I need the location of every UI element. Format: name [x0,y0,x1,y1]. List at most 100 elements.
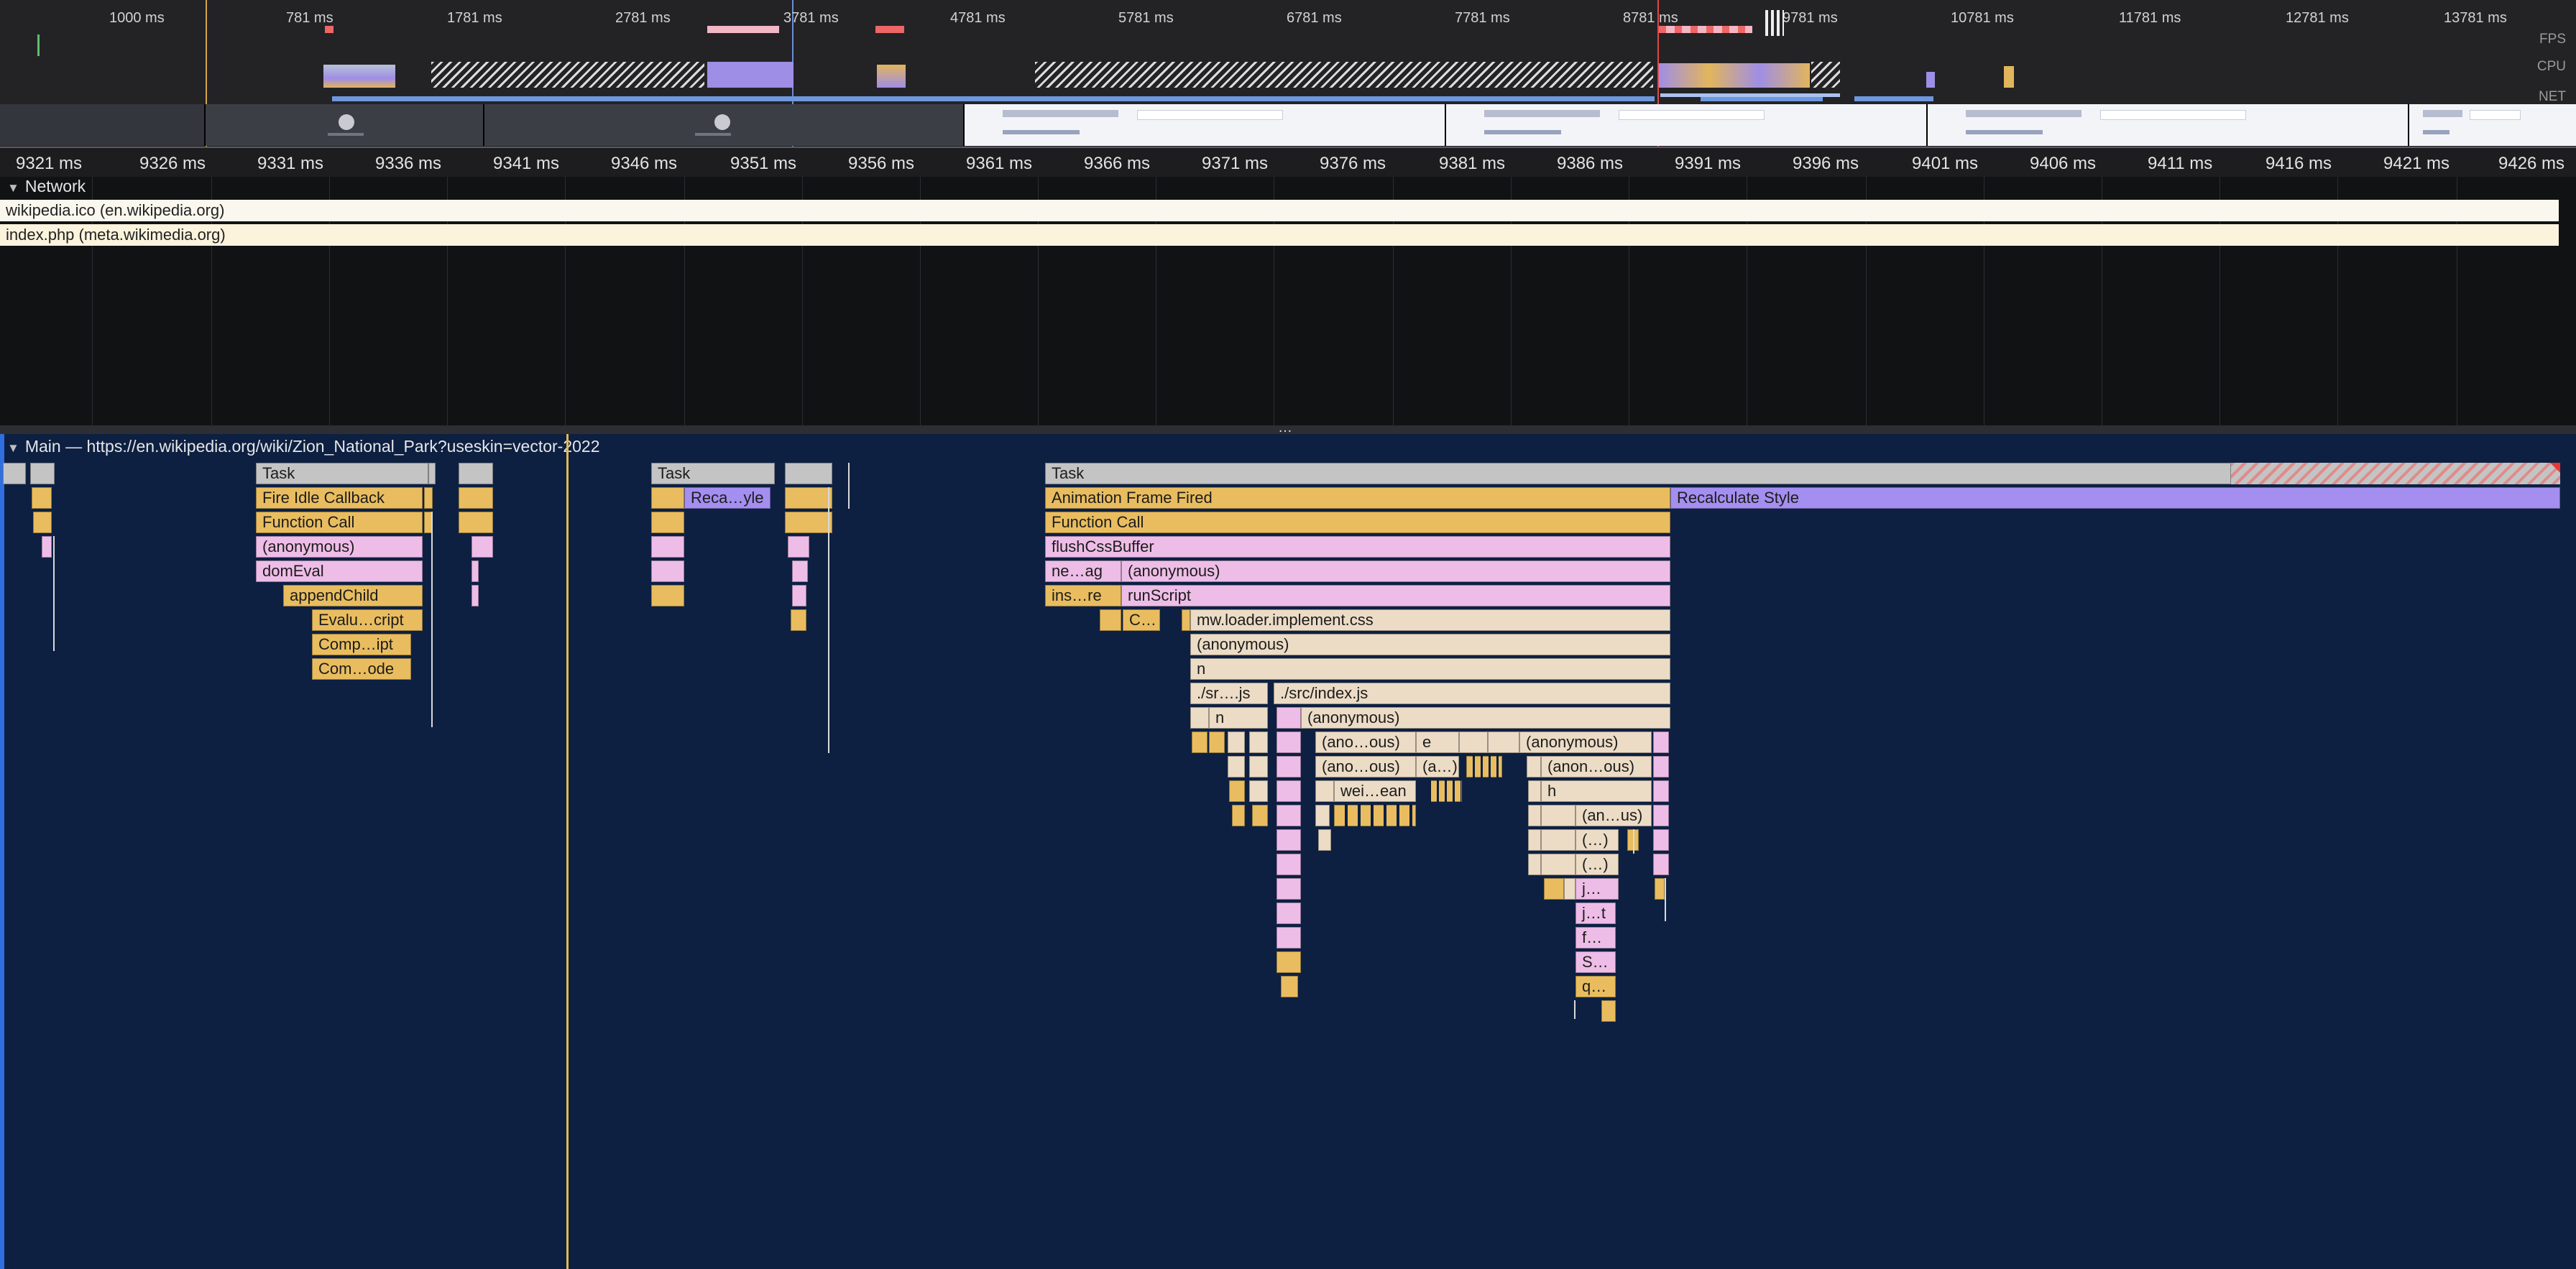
network-request[interactable]: index.php (meta.wikimedia.org) [0,224,2559,246]
main-thread-track[interactable] [0,434,2576,1269]
src-index-js-bar[interactable]: ./src/index.js [1274,683,1670,704]
runscript-bar[interactable]: runScript [1121,585,1670,606]
anonymous-bar[interactable]: (anon…ous) [1541,756,1652,777]
compile-script-bar[interactable]: Comp…ipt [312,634,411,655]
event-bar[interactable]: j… [1576,878,1619,900]
compile-code-bar[interactable]: Com…ode [312,658,411,680]
event-bar[interactable] [1276,854,1301,875]
event-bar[interactable] [785,512,832,533]
event-bar[interactable] [1528,854,1541,875]
fire-idle-callback-bar[interactable]: Fire Idle Callback [256,487,423,509]
event-bar[interactable] [1655,878,1665,900]
recalculate-style-bar[interactable]: Recalculate Style [1670,487,2560,509]
anonymous-bar[interactable]: (anonymous) [256,536,423,558]
event-bar[interactable] [1232,805,1245,826]
task-bar[interactable]: Task [651,463,775,484]
screenshot-filmstrip[interactable] [0,104,2576,146]
event-bar[interactable] [1192,732,1208,753]
screenshot-frame[interactable] [965,104,1446,146]
event-bar[interactable] [1653,854,1669,875]
collapse-triangle-icon[interactable]: ▼ [7,181,19,195]
function-call-bar[interactable]: Function Call [256,512,423,533]
event-bar[interactable] [1276,951,1301,973]
event-bar[interactable] [1276,780,1301,802]
task-bar[interactable] [3,463,26,484]
event-bar[interactable] [1466,756,1502,777]
event-bar[interactable] [1182,609,1190,631]
event-bar[interactable] [1528,805,1541,826]
event-bar[interactable]: ins…re [1045,585,1121,606]
n-bar[interactable]: n [1209,707,1268,729]
event-bar[interactable] [651,560,684,582]
event-bar[interactable] [1228,732,1245,753]
anonymous-bar[interactable]: (ano…ous) [1315,732,1416,753]
event-bar[interactable] [1252,805,1268,826]
event-bar[interactable] [1541,805,1576,826]
timeline-overview[interactable]: 1000 ms 781 ms 1781 ms 2781 ms 3781 ms 4… [0,0,2576,147]
event-bar[interactable] [33,512,52,533]
task-bar[interactable] [30,463,55,484]
event-bar[interactable] [1190,707,1209,729]
event-bar[interactable] [1541,854,1576,875]
event-bar[interactable] [1653,756,1669,777]
event-bar[interactable] [1318,829,1331,851]
e-bar[interactable]: e [1416,732,1459,753]
src-js-bar[interactable]: ./sr….js [1190,683,1268,704]
event-bar[interactable] [1276,927,1301,949]
anonymous-bar[interactable]: (anonymous) [1301,707,1670,729]
event-bar[interactable]: (…) [1576,829,1619,851]
event-bar[interactable] [1564,878,1576,900]
long-task-warning[interactable] [2231,463,2560,484]
event-bar[interactable] [1249,756,1268,777]
screenshot-frame[interactable] [484,104,965,146]
event-bar[interactable] [1100,609,1121,631]
event-bar[interactable] [1459,732,1488,753]
event-bar[interactable] [1315,780,1334,802]
event-bar[interactable] [1276,707,1301,729]
network-section-header[interactable]: ▼ Network [7,177,86,196]
task-bar[interactable] [428,463,436,484]
anonymous-bar[interactable]: (ano…ous) [1315,756,1416,777]
network-request[interactable]: wikipedia.ico (en.wikipedia.org) [0,200,2559,221]
event-bar[interactable] [1315,805,1330,826]
event-bar[interactable]: j…t [1576,903,1616,924]
event-bar[interactable] [1653,732,1669,753]
event-bar[interactable]: f… [1576,927,1616,949]
anonymous-bar[interactable]: (anonymous) [1121,560,1670,582]
event-bar[interactable] [1276,805,1301,826]
event-bar[interactable] [1653,805,1669,826]
event-bar[interactable] [1209,732,1225,753]
event-bar[interactable]: S… [1576,951,1616,973]
event-bar[interactable] [424,487,433,509]
h-bar[interactable]: h [1541,780,1652,802]
event-bar[interactable] [651,512,684,533]
event-bar[interactable] [472,560,479,582]
function-call-bar[interactable]: Function Call [1045,512,1670,533]
event-bar[interactable] [459,487,493,509]
event-bar[interactable] [42,536,52,558]
event-bar[interactable] [1541,829,1576,851]
event-bar[interactable] [791,609,806,631]
event-bar[interactable] [651,585,684,606]
task-bar[interactable]: Task [256,463,428,484]
mw-loader-implement-css-bar[interactable]: mw.loader.implement.css [1190,609,1670,631]
event-bar[interactable]: C… [1123,609,1160,631]
evaluate-script-bar[interactable]: Evalu…cript [312,609,423,631]
event-bar[interactable] [1528,780,1541,802]
event-bar[interactable] [785,487,832,509]
event-bar[interactable] [1653,829,1669,851]
event-bar[interactable] [651,487,684,509]
task-bar[interactable] [785,463,832,484]
event-bar[interactable]: (a…) [1416,756,1459,777]
panel-splitter[interactable]: … [0,420,2576,435]
event-bar[interactable] [1488,732,1519,753]
event-bar[interactable] [792,585,806,606]
event-bar[interactable] [651,536,684,558]
event-bar[interactable] [1653,780,1669,802]
event-bar[interactable] [788,536,809,558]
event-bar[interactable] [1601,1000,1616,1022]
collapse-triangle-icon[interactable]: ▼ [7,441,19,456]
event-bar[interactable] [1276,903,1301,924]
event-bar[interactable] [1528,829,1541,851]
event-bar[interactable] [1334,805,1416,826]
